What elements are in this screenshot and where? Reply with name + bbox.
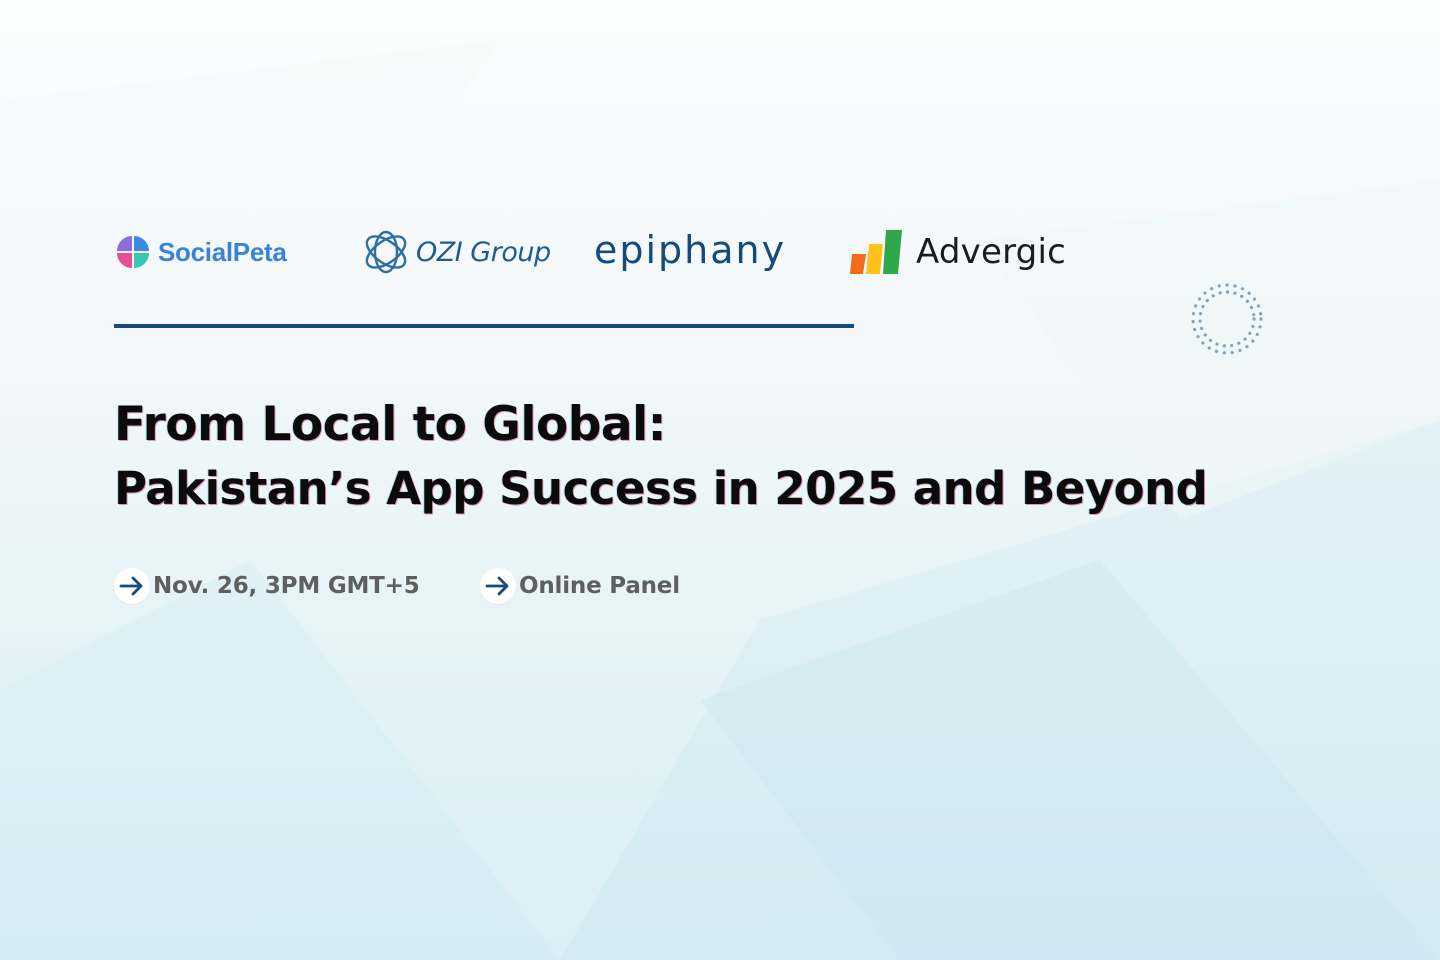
advergic-logo: Advergic bbox=[850, 222, 1066, 282]
event-details: Nov. 26, 3PM GMT+5 Online Panel bbox=[114, 566, 814, 606]
dotted-ring-icon bbox=[1191, 283, 1263, 355]
socialpeta-wordmark: SocialPeta bbox=[158, 236, 287, 267]
partner-logos: SocialPeta OZI Group epiphany Advergic bbox=[114, 222, 1094, 282]
ozi-group-logo: OZI Group bbox=[360, 222, 551, 282]
event-date: Nov. 26, 3PM GMT+5 bbox=[114, 566, 420, 606]
epiphany-logo: epiphany bbox=[594, 222, 786, 282]
arrow-right-icon bbox=[480, 568, 516, 604]
event-format: Online Panel bbox=[480, 566, 680, 606]
header-divider bbox=[114, 324, 854, 328]
epiphany-wordmark: epiphany bbox=[594, 228, 787, 272]
socialpeta-logo: SocialPeta bbox=[116, 222, 287, 282]
headline-title: From Local to Global: bbox=[114, 397, 667, 452]
advergic-icon bbox=[850, 230, 902, 274]
socialpeta-icon bbox=[117, 236, 149, 268]
ozi-group-icon bbox=[365, 230, 407, 274]
arrow-right-icon bbox=[114, 568, 150, 604]
headline-subtitle: Pakistan’s App Success in 2025 and Beyon… bbox=[114, 462, 1208, 515]
ozi-group-wordmark: OZI Group bbox=[416, 236, 551, 268]
event-format-text: Online Panel bbox=[519, 573, 680, 599]
event-date-text: Nov. 26, 3PM GMT+5 bbox=[153, 573, 420, 599]
advergic-wordmark: Advergic bbox=[916, 232, 1066, 272]
event-headline: From Local to Global: Pakistan’s App Suc… bbox=[114, 396, 1314, 524]
